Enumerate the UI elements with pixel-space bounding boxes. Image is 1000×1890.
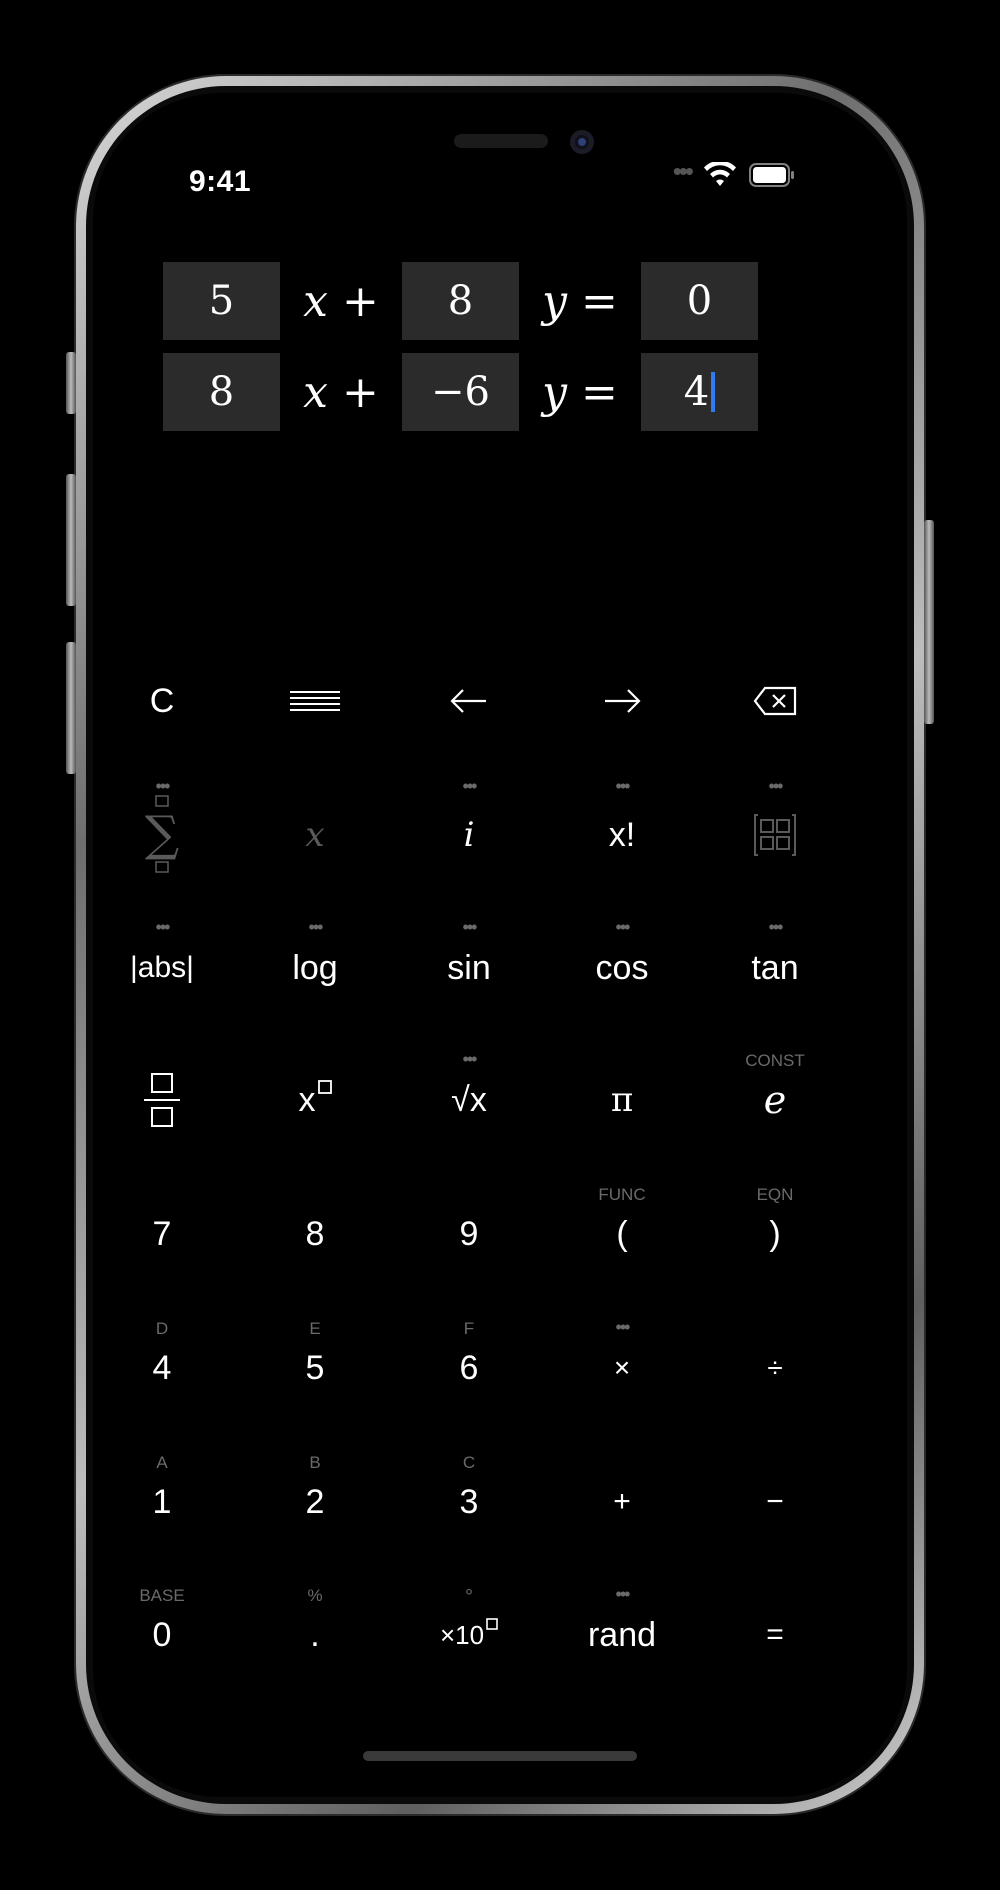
constant-input[interactable]: 0 <box>641 262 758 340</box>
digit-7-button[interactable]: 7 <box>93 1179 232 1289</box>
digit-4-button[interactable]: D 4 <box>93 1313 232 1423</box>
coefficient-input[interactable]: 5 <box>163 262 280 340</box>
factorial-button[interactable]: ••• x! <box>552 776 692 890</box>
plus-button[interactable]: + <box>552 1447 692 1557</box>
cos-button[interactable]: ••• cos <box>552 913 692 1023</box>
screen: 9:41 ••• 5 x + 8 y = 0 8 x + −6 y = 4 C <box>93 93 907 1797</box>
coefficient-input[interactable]: −6 <box>402 353 519 431</box>
imaginary-i-button[interactable]: ••• i <box>399 776 539 890</box>
digit-8-button[interactable]: 8 <box>245 1179 385 1289</box>
fraction-icon <box>144 1073 180 1127</box>
coefficient-input[interactable]: 8 <box>402 262 519 340</box>
matrix-button[interactable]: ••• <box>705 776 845 890</box>
cursor-right-button[interactable] <box>552 646 692 756</box>
digit-2-button[interactable]: B 2 <box>245 1447 385 1557</box>
arrow-left-icon <box>450 689 486 713</box>
wifi-icon <box>704 162 736 186</box>
cursor-left-button[interactable] <box>399 646 539 756</box>
digit-5-button[interactable]: E 5 <box>245 1313 385 1423</box>
tan-button[interactable]: ••• tan <box>705 913 845 1023</box>
pi-button[interactable]: π <box>552 1045 692 1155</box>
equation-operator: y = <box>542 366 618 418</box>
equals-button[interactable]: = <box>705 1580 845 1690</box>
clear-button[interactable]: C <box>93 646 232 756</box>
equation-operator: x + <box>303 366 379 418</box>
coefficient-input[interactable]: 8 <box>163 353 280 431</box>
minus-button[interactable]: − <box>705 1447 845 1557</box>
cellular-signal-icon: ••• <box>672 155 694 186</box>
constant-input-active[interactable]: 4 <box>641 353 758 431</box>
status-time: 9:41 <box>189 165 252 198</box>
exponent-box-icon <box>317 1080 332 1094</box>
log-button[interactable]: ••• log <box>245 913 385 1023</box>
front-camera <box>570 130 594 154</box>
backspace-button[interactable] <box>705 646 845 756</box>
decimal-point-button[interactable]: % . <box>245 1580 385 1690</box>
digit-0-button[interactable]: BASE 0 <box>93 1580 232 1690</box>
backspace-icon <box>753 686 797 716</box>
constant-value: 4 <box>683 369 710 415</box>
home-indicator[interactable] <box>363 1751 637 1761</box>
battery-icon <box>749 163 794 187</box>
random-button[interactable]: ••• rand <box>552 1580 692 1690</box>
power-button[interactable]: x <box>245 1045 385 1155</box>
svg-text:∑: ∑ <box>145 806 179 862</box>
side-button-power <box>924 520 934 724</box>
summation-icon: ∑ <box>145 795 179 873</box>
digit-3-button[interactable]: C 3 <box>399 1447 539 1557</box>
exponent-box-icon <box>486 1618 498 1630</box>
open-paren-button[interactable]: FUNC ( <box>552 1179 692 1289</box>
close-paren-button[interactable]: EQN ) <box>705 1179 845 1289</box>
matrix-icon <box>754 814 796 856</box>
euler-e-button[interactable]: CONST e <box>705 1045 845 1155</box>
earpiece-speaker <box>454 134 548 148</box>
equation-operator: y = <box>542 275 618 327</box>
sin-button[interactable]: ••• sin <box>399 913 539 1023</box>
digit-1-button[interactable]: A 1 <box>93 1447 232 1557</box>
fraction-button[interactable] <box>93 1045 232 1155</box>
arrow-right-icon <box>605 689 641 713</box>
sqrt-button[interactable]: ••• √x <box>399 1045 539 1155</box>
divide-button[interactable]: ÷ <box>705 1313 845 1423</box>
scientific-notation-button[interactable]: ° ×10 <box>399 1580 539 1690</box>
side-button-volume-up <box>66 474 76 606</box>
equation-operator: x + <box>303 275 379 327</box>
equation-row-2: 8 x + −6 y = 4 <box>163 353 758 431</box>
digit-6-button[interactable]: F 6 <box>399 1313 539 1423</box>
digit-9-button[interactable]: 9 <box>399 1179 539 1289</box>
hamburger-icon <box>290 691 340 711</box>
multiply-button[interactable]: ••• × <box>552 1313 692 1423</box>
side-button-volume-down <box>66 642 76 774</box>
variable-x-button[interactable]: x <box>245 780 385 890</box>
side-button-mute <box>66 352 76 414</box>
status-icons: ••• <box>672 155 795 193</box>
abs-button[interactable]: ••• |abs| <box>93 913 232 1023</box>
summation-button[interactable]: ••• ∑ <box>93 776 232 890</box>
equation-row-1: 5 x + 8 y = 0 <box>163 262 758 340</box>
menu-button[interactable] <box>245 646 385 756</box>
text-cursor <box>711 372 716 412</box>
